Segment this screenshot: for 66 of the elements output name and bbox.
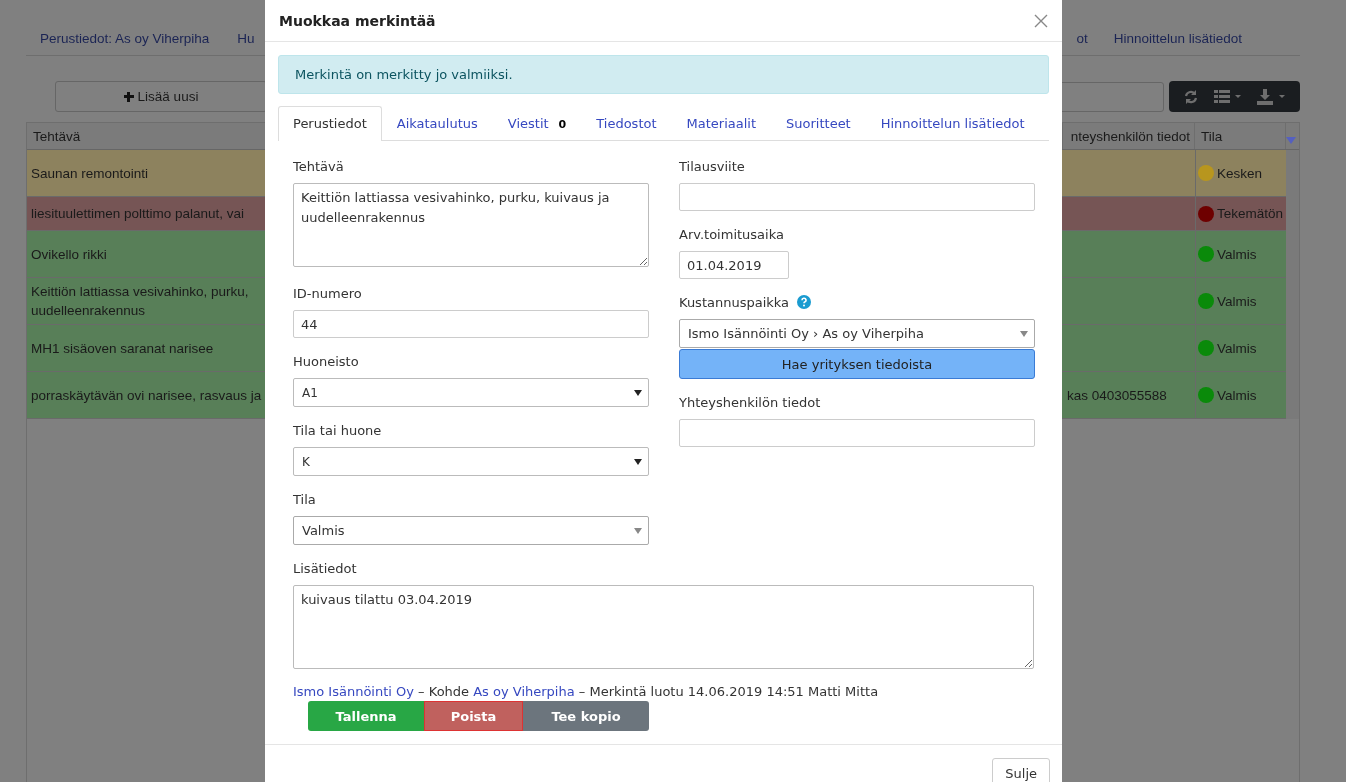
tab[interactable]: Suoritteet [771, 106, 866, 141]
select-field[interactable]: A1 [293, 378, 649, 407]
field-label: ID-numero [293, 285, 362, 301]
add-new-button[interactable]: Lisää uusi [55, 81, 267, 112]
status-label: Kesken [1217, 164, 1263, 183]
field-label: Tilausviite [679, 158, 745, 174]
select-field[interactable]: Valmis [293, 516, 649, 545]
tab[interactable]: Tiedostot [581, 106, 672, 141]
scrollbar[interactable] [1286, 150, 1299, 419]
field-label: Tila [293, 491, 316, 507]
nav-tab[interactable]: ot [1076, 31, 1088, 55]
download-icon[interactable] [1256, 88, 1287, 105]
field-label: Arv.toimitusaika [679, 226, 784, 242]
text-field[interactable]: 44 [293, 310, 649, 338]
action-button[interactable]: Tee kopio [523, 701, 649, 731]
field-label: Huoneisto [293, 353, 359, 369]
table-cell-text: Saunan remontointi [31, 164, 149, 183]
tab[interactable]: Materiaalit [671, 106, 772, 141]
close-icon[interactable] [1034, 13, 1048, 28]
select-field[interactable]: K [293, 447, 649, 476]
tab[interactable]: Aikataulutus [381, 106, 493, 141]
table-cell-text: Keittiön lattiassa vesivahinko, purku, uudelleenrakennus [31, 283, 249, 320]
field-label: Kustannuspaikka [679, 294, 790, 310]
tab[interactable]: Viestit 0 [492, 106, 582, 141]
nav-tab[interactable]: Perustiedot: As oy Viherpiha [40, 31, 210, 55]
status-label: Valmis [1217, 386, 1257, 405]
text-field[interactable] [679, 183, 1035, 211]
action-button[interactable]: Poista [424, 701, 523, 731]
field-label: Tehtävä [293, 158, 344, 174]
tab[interactable]: Perustiedot [278, 106, 382, 141]
fetch-button[interactable]: Hae yrityksen tiedoista [679, 349, 1035, 379]
status-label: Valmis [1217, 292, 1257, 311]
record-info: Ismo Isännöinti Oy – Kohde As oy Viherpiha – Merkintä luotu 14.06.2019 14:51 Matti Mitta [293, 684, 880, 699]
caret-icon [634, 389, 642, 396]
date-field[interactable]: 01.04.2019 [679, 251, 789, 279]
nav-tab[interactable]: Hu [237, 31, 255, 55]
field-label: Yhteyshenkilön tiedot [679, 394, 821, 410]
table-cell-text: porraskäytävän ovi narisee, rasvaus ja [31, 386, 262, 405]
help-icon[interactable] [797, 295, 812, 309]
caret-icon [634, 527, 642, 534]
dialog-title: Muokkaa merkintää [279, 12, 436, 29]
caret-icon [634, 458, 642, 465]
select-field[interactable]: Ismo Isännöinti Oy › As oy Viherpiha [679, 319, 1035, 348]
table-cell-text: MH1 sisäoven saranat narisee [31, 339, 214, 358]
status-label: Valmis [1217, 339, 1257, 358]
task-textarea[interactable]: Keittiön lattiassa vesivahinko, purku, kuivaus ja uudelleenrakennus [293, 183, 649, 267]
status-label: Tekemätön [1217, 205, 1284, 223]
info-alert: Merkintä on merkitty jo valmiiksi. [278, 55, 1049, 94]
nav-tab[interactable]: Hinnoittelun lisätiedot [1113, 31, 1242, 55]
columns-icon[interactable] [1213, 89, 1242, 104]
field-label: Lisätiedot [293, 560, 357, 576]
table-cell-text: Ovikello rikki [31, 245, 107, 264]
table-cell-text: liesituulettimen polttimo palanut, vai [31, 205, 245, 223]
refresh-icon[interactable] [1182, 88, 1199, 105]
column-header[interactable]: Tila [1195, 123, 1286, 149]
table-cell-text: kas 0403055588 [1067, 386, 1167, 405]
close-button[interactable]: Sulje [992, 758, 1050, 782]
field-label: Tila tai huone [293, 422, 382, 438]
notes-textarea[interactable]: kuivaus tilattu 03.04.2019 [293, 585, 1034, 669]
link[interactable]: Ismo Isännöinti Oy [293, 684, 414, 699]
link[interactable]: As oy Viherpiha [473, 684, 575, 699]
text-field[interactable] [679, 419, 1035, 447]
column-header[interactable]: nteyshenkilön tiedot [1063, 123, 1195, 149]
tab[interactable]: Hinnoittelun lisätiedot [865, 106, 1040, 141]
caret-icon [1020, 330, 1028, 337]
status-label: Valmis [1217, 245, 1257, 264]
